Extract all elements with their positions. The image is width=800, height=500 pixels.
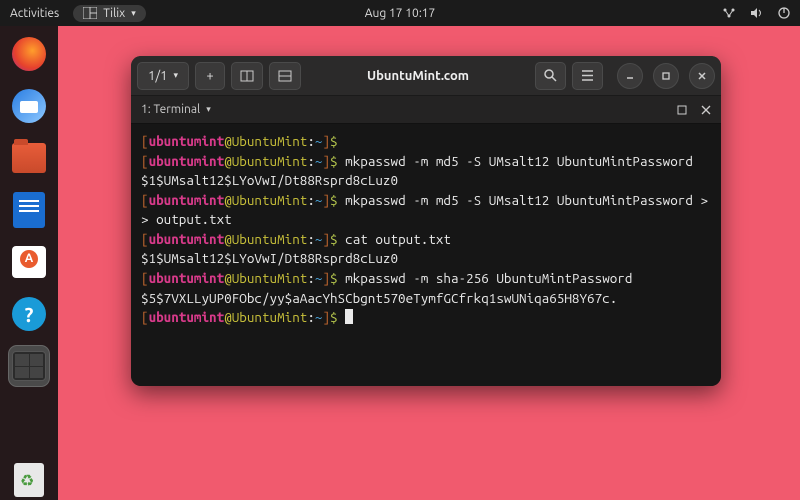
chevron-down-icon: ▾	[206, 104, 211, 115]
activities-button[interactable]: Activities	[10, 7, 59, 20]
dock-help[interactable]: ?	[9, 294, 49, 334]
volume-icon[interactable]	[750, 7, 764, 19]
dock-firefox[interactable]	[9, 34, 49, 74]
window-title: UbuntuMint.com	[307, 69, 529, 83]
firefox-icon	[12, 37, 46, 71]
gnome-topbar: Activities Tilix ▾ Aug 17 10:17	[0, 0, 800, 26]
chevron-down-icon: ▾	[131, 8, 136, 19]
network-icon[interactable]	[722, 7, 736, 19]
session-switcher[interactable]: 1/1 ▾	[137, 62, 189, 90]
dock-files[interactable]	[9, 138, 49, 178]
session-label: 1/1	[148, 69, 167, 83]
dock-tilix[interactable]	[9, 346, 49, 386]
active-app-indicator[interactable]: Tilix ▾	[73, 5, 146, 22]
minimize-button[interactable]	[617, 63, 643, 89]
pane-maximize-button[interactable]	[677, 105, 687, 115]
help-icon: ?	[12, 297, 46, 331]
dock-thunderbird[interactable]	[9, 86, 49, 126]
trash-icon	[14, 463, 44, 497]
thunderbird-icon	[12, 89, 46, 123]
add-terminal-button[interactable]: +	[195, 62, 225, 90]
split-right-button[interactable]	[231, 62, 263, 90]
dock: ?	[0, 26, 58, 500]
tilix-menu-icon	[83, 7, 97, 19]
dock-trash[interactable]	[9, 460, 49, 500]
software-icon	[12, 246, 46, 278]
chevron-down-icon: ▾	[173, 70, 178, 81]
hamburger-menu-button[interactable]	[572, 62, 603, 90]
files-icon	[12, 143, 46, 173]
terminal-icon	[12, 351, 46, 381]
close-button[interactable]	[689, 63, 715, 89]
pane-close-button[interactable]	[701, 105, 711, 115]
tilix-window: 1/1 ▾ + UbuntuMint.com	[131, 56, 721, 386]
dock-software[interactable]	[9, 242, 49, 282]
active-app-name: Tilix	[103, 7, 125, 20]
maximize-button[interactable]	[653, 63, 679, 89]
terminal-tab-bar: 1: Terminal ▾	[131, 96, 721, 124]
power-icon[interactable]	[778, 7, 790, 19]
terminal-tab[interactable]: 1: Terminal ▾	[141, 103, 211, 116]
clock[interactable]: Aug 17 10:17	[365, 7, 436, 20]
writer-icon	[13, 192, 45, 228]
dock-writer[interactable]	[9, 190, 49, 230]
terminal-tab-label: 1: Terminal	[141, 103, 200, 116]
search-button[interactable]	[535, 62, 566, 90]
tilix-headerbar: 1/1 ▾ + UbuntuMint.com	[131, 56, 721, 96]
terminal-output[interactable]: [ubuntumint@UbuntuMint:~]$ [ubuntumint@U…	[131, 124, 721, 386]
split-down-button[interactable]	[269, 62, 301, 90]
